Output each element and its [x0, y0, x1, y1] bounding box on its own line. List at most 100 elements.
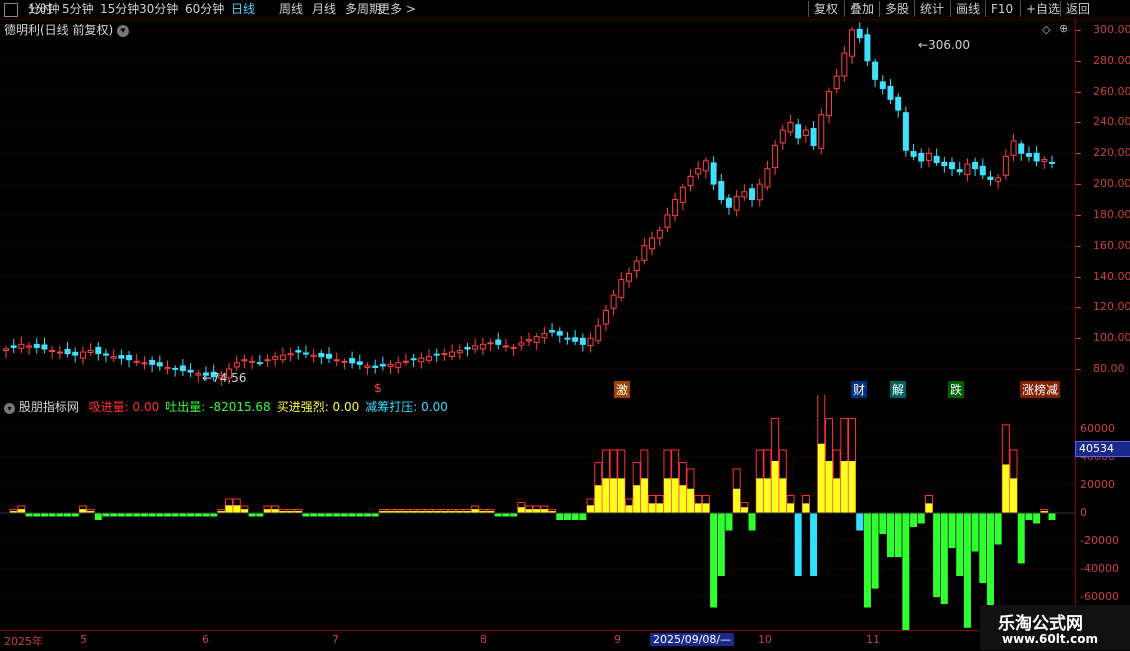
candle: [695, 161, 702, 180]
price-tick: 80.00: [1093, 362, 1125, 375]
indicator-bar: [425, 509, 434, 514]
candle: [87, 342, 94, 356]
candle: [333, 352, 340, 367]
indicator-bar: [86, 509, 95, 514]
indicator-axis: 6000040000200000-20000-40000-60000: [1075, 395, 1130, 630]
price-tick: 300.00: [1093, 23, 1130, 36]
tick-mark: [1076, 91, 1081, 93]
candle: [564, 331, 571, 345]
indicator-bar: [540, 505, 549, 514]
indicator-bar: [240, 505, 249, 514]
indicator-bar: [586, 498, 595, 514]
toolbar-button[interactable]: 复权: [808, 1, 843, 17]
indicator-bar: [217, 509, 226, 514]
candle: [102, 348, 109, 363]
candle: [718, 173, 725, 205]
event-marker[interactable]: $: [372, 381, 384, 395]
candle: [741, 184, 748, 201]
candle: [379, 356, 386, 371]
toolbar-item[interactable]: 周线: [279, 2, 303, 17]
indicator-bar: [748, 513, 756, 531]
price-axis: 300.00 280.00 260.00 240.00 220.00 200.00 180.…: [1075, 19, 1130, 395]
toolbar-button[interactable]: 返回: [1060, 1, 1095, 17]
candle: [802, 125, 809, 143]
toolbar-item[interactable]: 15分钟: [100, 2, 139, 17]
indicator-bar: [1033, 513, 1041, 524]
indicator-bar: [179, 513, 187, 517]
indicator-bar: [171, 513, 179, 517]
tick-mark: [1076, 369, 1081, 370]
toolbar-item[interactable]: 60分钟: [185, 2, 224, 17]
indicator-bar: [617, 449, 626, 514]
watermark: 乐淘公式网 www.60lt.com: [980, 605, 1130, 650]
indicator-bar: [478, 509, 487, 514]
price-chart[interactable]: [0, 19, 1075, 414]
candle: [256, 354, 263, 366]
toolbar-item[interactable]: 日线: [231, 2, 255, 17]
candle: [387, 360, 394, 375]
candle: [249, 355, 256, 370]
indicator-chart[interactable]: [0, 395, 1075, 630]
toolbar-item[interactable]: 1分钟: [28, 2, 60, 17]
candle: [18, 337, 25, 354]
tick-mark: [1076, 338, 1081, 340]
indicator-bar: [510, 513, 518, 517]
indicator-bar: [110, 513, 118, 517]
toolbar-item[interactable]: 5分钟: [62, 2, 94, 17]
menu-icon[interactable]: [4, 3, 18, 17]
candle: [887, 79, 894, 104]
tick-mark: [1076, 276, 1081, 278]
toolbar-item[interactable]: 多周期: [345, 2, 381, 17]
candle: [302, 345, 309, 358]
toolbar-item[interactable]: 月线: [312, 2, 336, 17]
candle: [587, 332, 594, 353]
indicator-tick: 0: [1080, 506, 1087, 519]
candle: [526, 332, 532, 347]
indicator-bar: [64, 513, 72, 517]
indicator-bar: [556, 513, 564, 520]
indicator-bar: [310, 513, 318, 517]
indicator-bar: [494, 513, 502, 517]
toolbar-item[interactable]: 更多 >: [378, 2, 416, 17]
candle: [633, 256, 640, 279]
candle: [279, 347, 286, 364]
toolbar-button[interactable]: +自选: [1020, 1, 1065, 17]
toolbar-button[interactable]: 画线: [950, 1, 985, 17]
indicator-bar: [848, 418, 857, 514]
candle: [472, 338, 479, 354]
candle: [56, 345, 63, 359]
indicator-bar: [148, 513, 156, 517]
tick-mark: [1076, 122, 1081, 124]
candle: [1010, 134, 1017, 162]
date-axis: 2025年 5 6 7 8 9 2025/09/08/— 10 11: [0, 630, 1075, 651]
indicator-tick: -20000: [1080, 534, 1119, 547]
indicator-bar: [963, 513, 971, 628]
indicator-bar: [440, 509, 449, 514]
indicator-bar: [210, 513, 218, 517]
candle: [326, 347, 333, 364]
candle: [441, 348, 448, 361]
candle: [402, 353, 409, 366]
toolbar-button[interactable]: 多股: [879, 1, 914, 17]
candle: [749, 183, 756, 207]
price-tick: 220.00: [1093, 146, 1130, 160]
toolbar-button[interactable]: 叠加: [844, 1, 879, 17]
candle: [118, 349, 125, 365]
toolbar-button[interactable]: F10: [985, 1, 1018, 17]
toolbar-item[interactable]: 30分钟: [139, 2, 178, 17]
candle: [272, 351, 279, 367]
candle: [195, 369, 202, 383]
candle: [956, 161, 963, 176]
indicator-bar: [725, 513, 733, 531]
candle: [264, 354, 271, 367]
candle: [3, 345, 9, 359]
toolbar-button[interactable]: 统计: [914, 1, 949, 17]
indicator-bar: [409, 509, 418, 514]
indicator-bar: [325, 513, 333, 517]
indicator-bar: [956, 513, 964, 576]
candle: [972, 157, 979, 177]
indicator-bar: [432, 509, 441, 514]
indicator-bar: [225, 498, 234, 514]
candle: [356, 354, 363, 370]
candle: [95, 341, 102, 361]
